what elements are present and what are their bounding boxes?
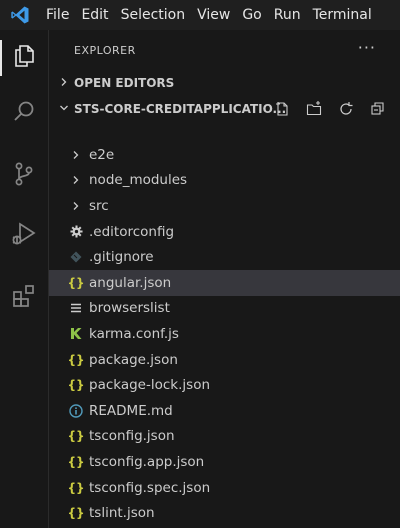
tree-item-label: README.md xyxy=(89,402,173,419)
tree-file-angular-json[interactable]: {} angular.json xyxy=(49,269,400,296)
explorer-title: EXPLORER xyxy=(74,44,136,57)
tree-item-label: .editorconfig xyxy=(89,223,175,240)
project-folder-header[interactable]: STS-CORE-CREDITAPPLICATIO... xyxy=(49,96,400,122)
extensions-activity-button[interactable] xyxy=(0,274,48,322)
tree-item-label: e2e xyxy=(89,146,115,163)
tree-item-label: karma.conf.js xyxy=(89,325,179,342)
vscode-logo-icon xyxy=(0,0,40,30)
search-activity-button[interactable] xyxy=(0,90,48,138)
chevron-right-icon xyxy=(68,172,84,188)
new-folder-icon[interactable] xyxy=(298,96,330,122)
tree-item-label: .gitignore xyxy=(89,249,154,266)
more-actions-icon[interactable]: ··· xyxy=(358,38,376,57)
run-debug-activity-button[interactable] xyxy=(0,212,48,260)
tree-file-browserslist[interactable]: browserslist xyxy=(49,296,400,322)
tree-item-label: tslint.json xyxy=(89,505,155,522)
tree-folder-src[interactable]: src xyxy=(49,193,400,219)
json-braces-icon: {} xyxy=(67,480,85,495)
tree-item-label: src xyxy=(89,197,109,214)
tree-folder-node-modules[interactable]: node_modules xyxy=(49,168,400,194)
json-braces-icon: {} xyxy=(67,378,85,393)
menu-go[interactable]: Go xyxy=(236,0,267,30)
tree-file-package-json[interactable]: {} package.json xyxy=(49,347,400,373)
git-icon xyxy=(68,249,84,265)
tree-file-tsconfig-app-json[interactable]: {} tsconfig.app.json xyxy=(49,449,400,475)
extensions-icon xyxy=(11,283,37,313)
gear-icon xyxy=(68,224,84,240)
json-braces-icon: {} xyxy=(67,454,85,469)
files-icon xyxy=(11,43,37,73)
tree-item-label: browserslist xyxy=(89,300,170,317)
tree-folder-e2e[interactable]: e2e xyxy=(49,142,400,168)
tree-item-label: tsconfig.app.json xyxy=(89,453,205,470)
project-folder-label: STS-CORE-CREDITAPPLICATIO... xyxy=(74,102,287,116)
menu-edit[interactable]: Edit xyxy=(75,0,114,30)
menu-selection[interactable]: Selection xyxy=(115,0,192,30)
tree-file-tslint-json[interactable]: {} tslint.json xyxy=(49,500,400,526)
tree-file-tsconfig-spec-json[interactable]: {} tsconfig.spec.json xyxy=(49,475,400,501)
tree-item-label: tsconfig.json xyxy=(89,428,175,445)
menu-terminal[interactable]: Terminal xyxy=(307,0,378,30)
chevron-right-icon xyxy=(54,76,74,90)
info-icon xyxy=(68,403,84,419)
text-lines-icon xyxy=(68,300,84,316)
chevron-right-icon xyxy=(68,147,84,163)
tree-item-label: tsconfig.spec.json xyxy=(89,479,211,496)
file-tree: e2e node_modules src .editorconfig .giti… xyxy=(49,142,400,526)
chevron-right-icon xyxy=(68,198,84,214)
chevron-down-icon xyxy=(54,102,74,116)
karma-icon xyxy=(68,326,84,342)
activity-bar xyxy=(0,30,49,528)
tree-file-karma-conf[interactable]: karma.conf.js xyxy=(49,321,400,347)
json-braces-icon: {} xyxy=(67,506,85,521)
tree-file-readme[interactable]: README.md xyxy=(49,398,400,424)
open-editors-header[interactable]: OPEN EDITORS xyxy=(49,70,400,96)
menu-view[interactable]: View xyxy=(191,0,236,30)
tree-item-label: package-lock.json xyxy=(89,377,211,394)
menu-bar: File Edit Selection View Go Run Terminal xyxy=(40,0,378,30)
explorer-toolbar xyxy=(266,96,394,122)
tree-file-package-lock-json[interactable]: {} package-lock.json xyxy=(49,372,400,398)
tree-file-tsconfig-json[interactable]: {} tsconfig.json xyxy=(49,424,400,450)
explorer-activity-button[interactable] xyxy=(0,34,48,82)
source-control-activity-button[interactable] xyxy=(0,152,48,200)
tree-item-label: angular.json xyxy=(89,274,172,291)
refresh-icon[interactable] xyxy=(330,96,362,122)
json-braces-icon: {} xyxy=(67,275,85,290)
tree-item-label: node_modules xyxy=(89,172,188,189)
explorer-sidebar: EXPLORER ··· OPEN EDITORS STS-CORE-CREDI… xyxy=(49,30,400,528)
tree-file-gitignore[interactable]: .gitignore xyxy=(49,244,400,270)
json-braces-icon: {} xyxy=(67,429,85,444)
run-debug-icon xyxy=(10,220,38,252)
menu-run[interactable]: Run xyxy=(268,0,307,30)
source-control-icon xyxy=(11,161,37,191)
tree-file-editorconfig[interactable]: .editorconfig xyxy=(49,219,400,245)
menu-file[interactable]: File xyxy=(40,0,75,30)
search-icon xyxy=(11,99,37,129)
title-bar: File Edit Selection View Go Run Terminal xyxy=(0,0,400,30)
new-file-icon[interactable] xyxy=(266,96,298,122)
collapse-all-icon[interactable] xyxy=(362,96,394,122)
json-braces-icon: {} xyxy=(67,352,85,367)
tree-item-label: package.json xyxy=(89,351,178,368)
open-editors-label: OPEN EDITORS xyxy=(74,76,175,90)
